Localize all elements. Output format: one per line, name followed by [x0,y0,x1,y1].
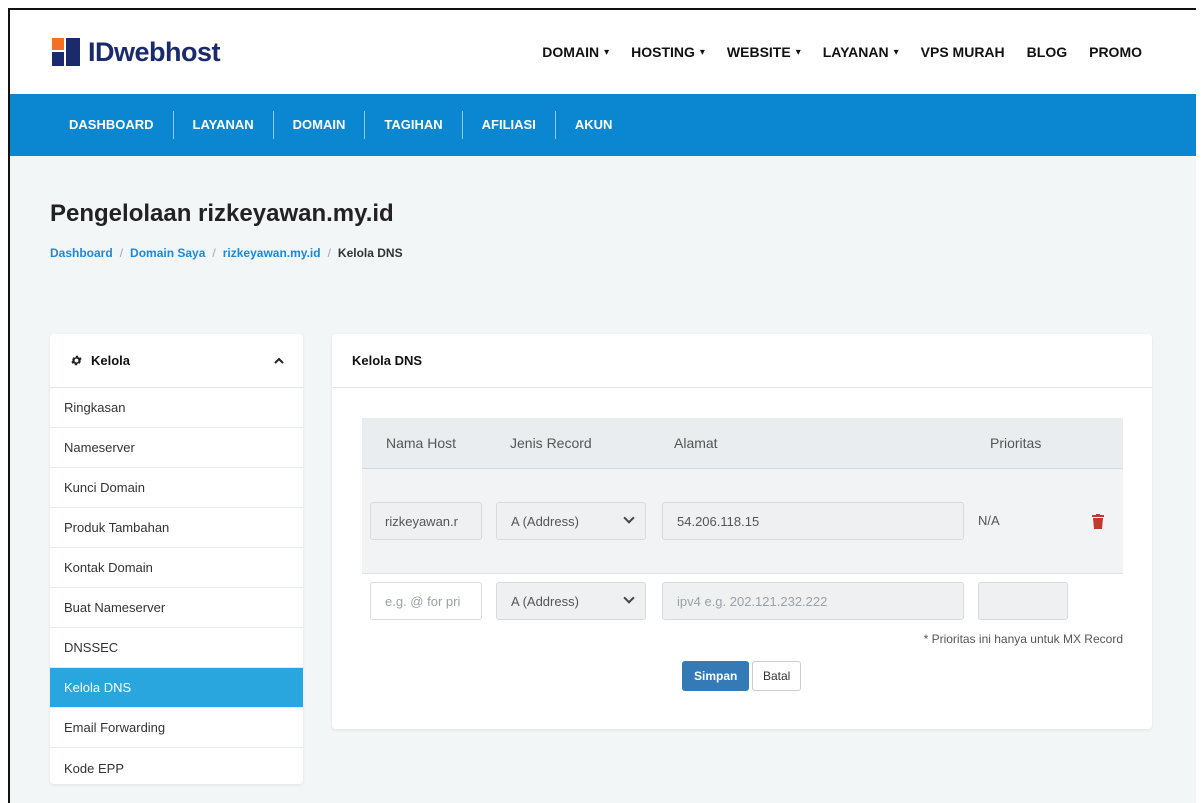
record-host-field[interactable]: rizkeyawan.r [370,502,482,540]
record-priority: N/A [978,513,1000,528]
record-address-field[interactable]: 54.206.118.15 [662,502,964,540]
gear-icon [71,355,82,366]
chevron-down-icon: ▾ [699,46,705,58]
sidebar-item-produk-tambahan[interactable]: Produk Tambahan [50,508,303,548]
nav-website[interactable]: WEBSITE ▾ [727,44,801,60]
sidebar-title: Kelola [91,353,131,368]
client-nav-dashboard[interactable]: DASHBOARD [50,111,174,139]
cancel-button[interactable]: Batal [752,661,802,691]
nav-layanan-label: LAYANAN [822,44,889,60]
column-alamat: Alamat [674,435,718,451]
nav-promo-label: PROMO [1089,44,1142,60]
client-nav-akun[interactable]: AKUN [556,111,632,139]
breadcrumb-dashboard[interactable]: Dashboard [50,246,113,260]
sidebar-item-kontak-domain[interactable]: Kontak Domain [50,548,303,588]
breadcrumb-separator: / [212,246,216,260]
nav-vps-murah[interactable]: VPS MURAH [921,44,1005,60]
logo-mark-icon [52,38,80,66]
main-nav: DOMAIN ▾ HOSTING ▾ WEBSITE ▾ LAYANAN ▾ VPS M… [542,10,1142,94]
nav-blog-label: BLOG [1026,44,1068,60]
page-title: Pengelolaan rizkeyawan.my.id [50,200,394,227]
nav-vps-murah-label: VPS MURAH [920,44,1005,60]
breadcrumb-separator: / [119,246,124,260]
dns-panel-title: Kelola DNS [332,334,1152,388]
dns-table-header: Nama Host Jenis Record Alamat Prioritas [362,418,1123,469]
record-type-value: A (Address) [511,513,579,529]
column-jenis-record: Jenis Record [510,435,592,451]
nav-blog[interactable]: BLOG [1027,44,1067,60]
client-nav-bar: DASHBOARD LAYANAN DOMAIN TAGIHAN AFILIAS… [10,94,1196,156]
client-nav: DASHBOARD LAYANAN DOMAIN TAGIHAN AFILIAS… [50,111,631,139]
client-nav-tagihan[interactable]: TAGIHAN [365,111,463,139]
chevron-down-icon: ▾ [893,46,899,58]
new-priority-input[interactable] [978,582,1068,620]
new-host-input[interactable]: e.g. @ for pri [370,582,482,620]
breadcrumb: Dashboard / Domain Saya / rizkeyawan.my.… [50,246,403,260]
breadcrumb-domain-saya[interactable]: Domain Saya [130,246,205,260]
top-header: IDwebhost DOMAIN ▾ HOSTING ▾ WEBSITE ▾ LAYA… [10,10,1196,94]
record-type-select[interactable]: A (Address) [496,502,646,540]
browser-frame: IDwebhost DOMAIN ▾ HOSTING ▾ WEBSITE ▾ LAYA… [8,8,1196,803]
table-row: rizkeyawan.r A (Address) 54.206.118.15 N… [362,469,1123,574]
nav-website-label: WEBSITE [726,44,791,60]
nav-domain-label: DOMAIN [542,44,600,60]
sidebar-kelola: Kelola Ringkasan Nameserver Kunci Domain… [50,334,303,784]
new-address-input[interactable]: ipv4 e.g. 202.121.232.222 [662,582,964,620]
save-button[interactable]: Simpan [682,661,750,691]
client-nav-domain[interactable]: DOMAIN [274,111,366,139]
sidebar-header[interactable]: Kelola [50,334,303,388]
client-nav-afiliasi[interactable]: AFILIASI [463,111,556,139]
trash-icon[interactable] [1091,514,1105,530]
chevron-down-icon: ▾ [795,46,801,58]
nav-promo[interactable]: PROMO [1089,44,1142,60]
brand-name: IDwebhost [88,36,221,67]
new-type-value: A (Address) [511,593,579,609]
sidebar-item-dnssec[interactable]: DNSSEC [50,628,303,668]
client-nav-layanan[interactable]: LAYANAN [174,111,274,139]
sidebar-item-email-forwarding[interactable]: Email Forwarding [50,708,303,748]
sidebar-item-kode-epp[interactable]: Kode EPP [50,748,303,784]
column-prioritas: Prioritas [990,435,1042,451]
column-nama-host: Nama Host [386,435,457,451]
breadcrumb-separator: / [327,246,331,260]
new-type-select[interactable]: A (Address) [496,582,646,620]
priority-note: * Prioritas ini hanya untuk MX Record [923,632,1123,646]
chevron-up-icon[interactable] [273,355,285,367]
nav-domain[interactable]: DOMAIN ▾ [542,44,609,60]
nav-hosting[interactable]: HOSTING ▾ [631,44,705,60]
breadcrumb-current: Kelola DNS [337,246,403,260]
new-record-row: e.g. @ for pri A (Address) ipv4 e.g. 202… [362,574,1123,691]
breadcrumb-domain[interactable]: rizkeyawan.my.id [223,246,321,260]
brand-logo[interactable]: IDwebhost [52,36,221,68]
sidebar-item-buat-nameserver[interactable]: Buat Nameserver [50,588,303,628]
chevron-down-icon [623,592,635,604]
chevron-down-icon [623,512,635,524]
sidebar-item-nameserver[interactable]: Nameserver [50,428,303,468]
nav-layanan[interactable]: LAYANAN ▾ [823,44,899,60]
chevron-down-icon: ▾ [604,46,610,58]
dns-table: Nama Host Jenis Record Alamat Prioritas … [362,418,1123,691]
sidebar-item-kunci-domain[interactable]: Kunci Domain [50,468,303,508]
sidebar-item-kelola-dns[interactable]: Kelola DNS [50,668,303,708]
nav-hosting-label: HOSTING [631,44,695,60]
sidebar-item-ringkasan[interactable]: Ringkasan [50,388,303,428]
dns-panel: Kelola DNS Nama Host Jenis Record Alamat… [332,334,1152,729]
